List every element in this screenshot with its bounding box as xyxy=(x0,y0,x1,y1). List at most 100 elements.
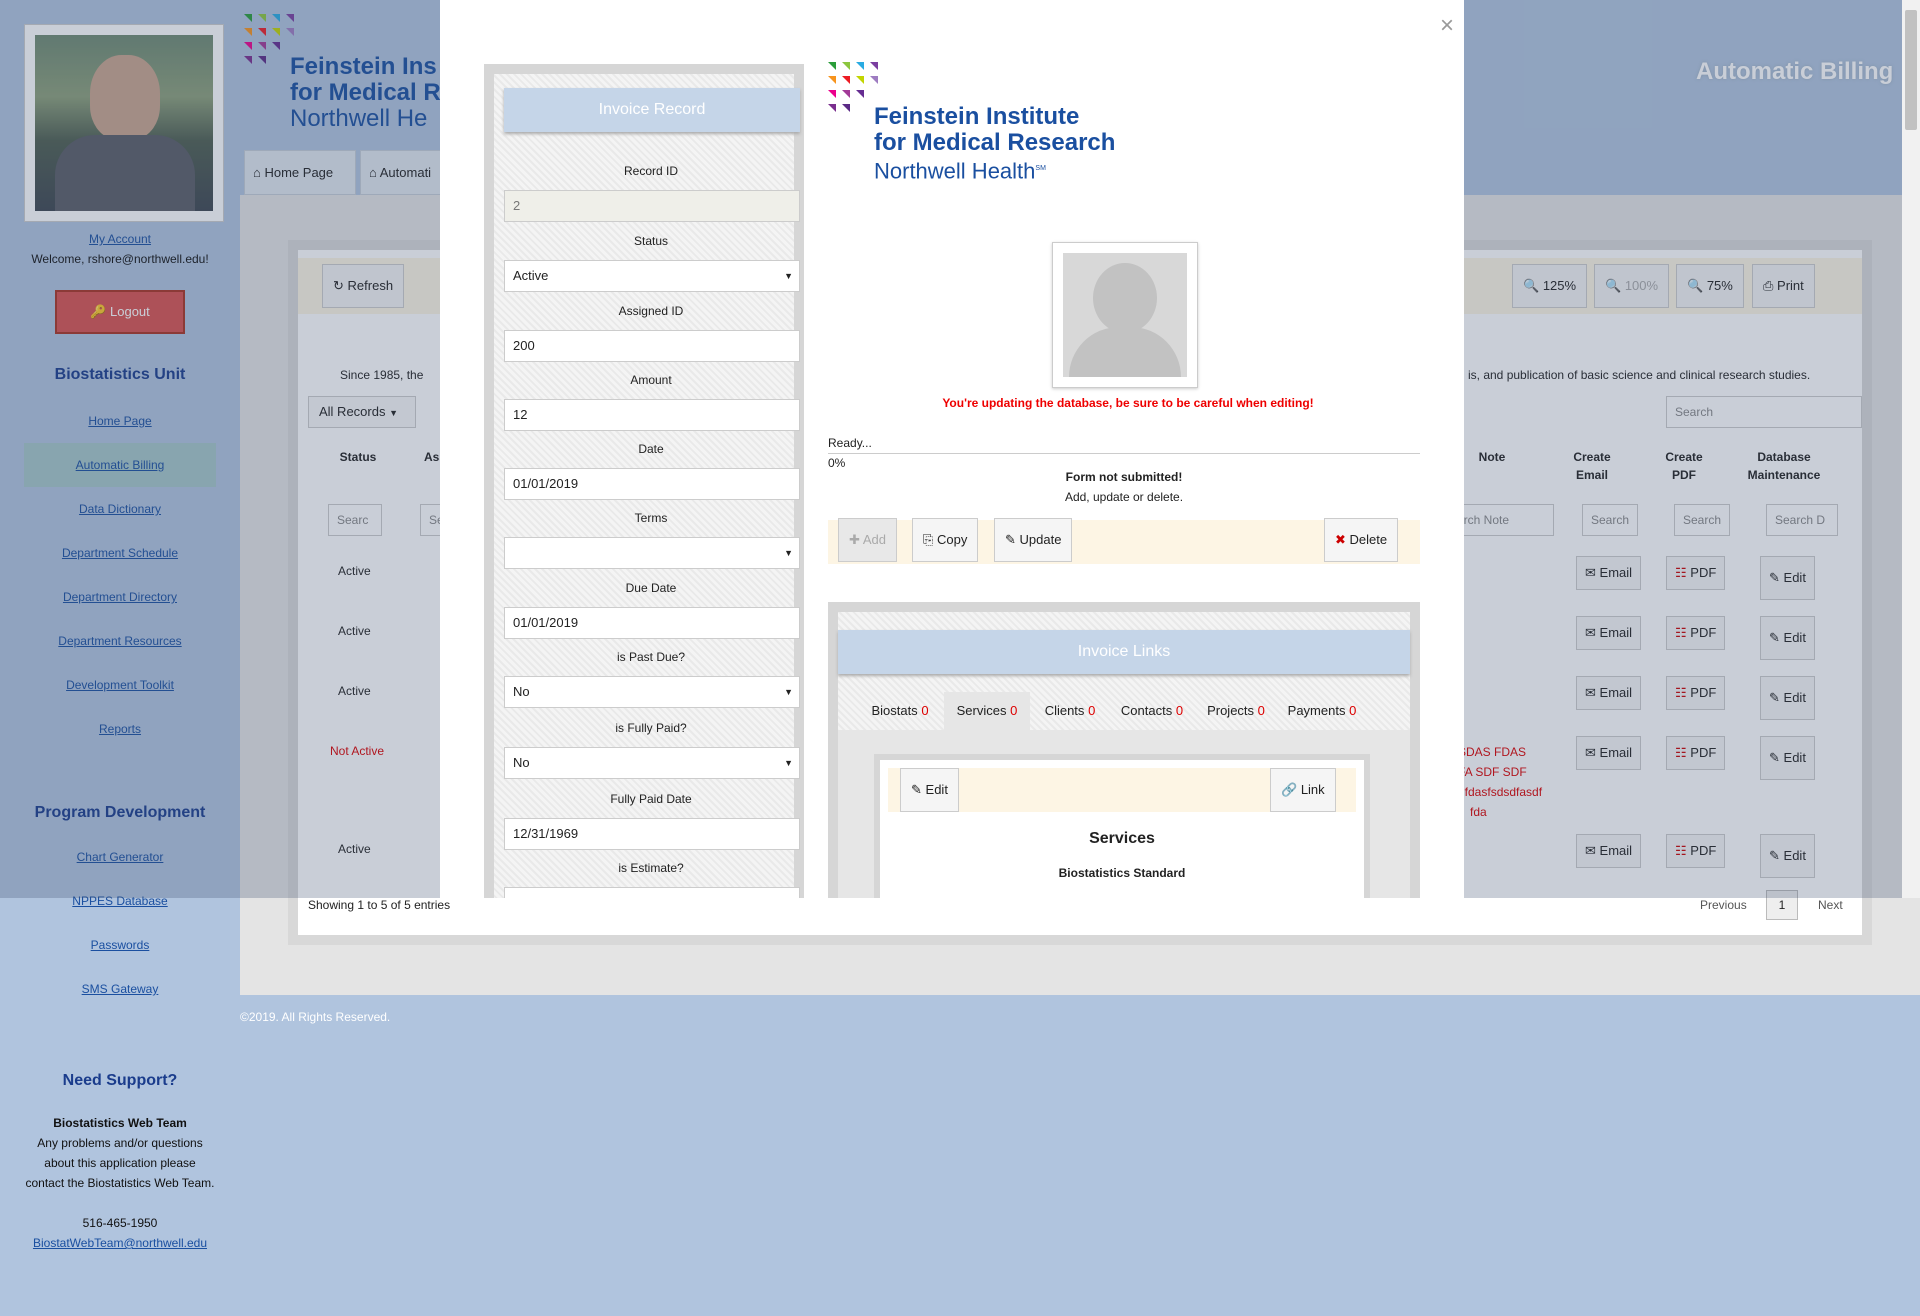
support-text-2: about this application please xyxy=(44,1156,196,1170)
copy-button[interactable]: ⎘ Copy xyxy=(912,518,979,562)
copy-icon: ⎘ xyxy=(923,532,934,547)
tab-projects[interactable]: Projects 0 xyxy=(1196,692,1276,730)
field-label: Status xyxy=(633,234,669,248)
tab-biostats[interactable]: Biostats 0 xyxy=(858,692,942,730)
support-text-1: Any problems and/or questions xyxy=(37,1136,203,1150)
delete-button[interactable]: ✖ Delete xyxy=(1324,518,1399,562)
services-link-button[interactable]: 🔗 Link xyxy=(1270,768,1336,812)
tab-label: Biostats xyxy=(871,703,918,718)
field-label: Due Date xyxy=(625,581,677,595)
field-label: Amount xyxy=(630,373,672,387)
field-label: is Estimate? xyxy=(618,861,684,875)
modal-logo-line3-text: Northwell Health xyxy=(874,158,1036,184)
support-text-3: contact the Biostatistics Web Team. xyxy=(25,1176,215,1190)
fully-paid-value: No xyxy=(513,755,530,770)
update-button[interactable]: ✎ Update xyxy=(994,518,1073,562)
field-label: is Past Due? xyxy=(616,650,686,664)
support-heading: Need Support? xyxy=(62,1072,178,1089)
progress-status: Ready... xyxy=(828,436,872,450)
services-link-label: Link xyxy=(1300,782,1325,797)
fully-paid-select[interactable]: No ▼ xyxy=(504,747,800,779)
tab-label: Payments xyxy=(1287,703,1346,718)
tab-label: Contacts xyxy=(1120,703,1173,718)
add-icon: ✚ xyxy=(849,532,860,547)
field-label: Date xyxy=(638,442,664,456)
assigned-id-field[interactable]: 200 xyxy=(504,330,800,362)
field-label: Fully Paid Date xyxy=(610,792,692,806)
delete-icon: ✖ xyxy=(1335,532,1346,547)
link-icon: 🔗 xyxy=(1281,782,1298,797)
caret-down-icon: ▼ xyxy=(784,888,793,898)
support-team: Biostatistics Web Team xyxy=(53,1116,187,1130)
close-icon[interactable]: × xyxy=(1440,14,1454,38)
scrollbar-thumb[interactable] xyxy=(1905,10,1917,130)
form-title: Invoice Record xyxy=(504,88,800,132)
tab-count: 0 xyxy=(1257,703,1265,718)
page-scrollbar[interactable] xyxy=(1902,0,1920,898)
delete-label: Delete xyxy=(1349,532,1388,547)
caret-down-icon: ▼ xyxy=(784,687,793,697)
estimate-select[interactable]: No ▼ xyxy=(504,887,800,898)
date-field[interactable]: 01/01/2019 xyxy=(504,468,800,500)
amount-field[interactable]: 12 xyxy=(504,399,800,431)
edit-icon: ✎ xyxy=(911,782,922,797)
trademark: SM xyxy=(1035,165,1046,172)
copy-label: Copy xyxy=(937,532,968,547)
terms-select[interactable]: ▼ xyxy=(504,537,800,569)
status-select[interactable]: Active ▼ xyxy=(504,260,800,292)
tab-count: 0 xyxy=(1010,703,1018,718)
progress-bar xyxy=(828,453,1420,454)
tab-clients[interactable]: Clients 0 xyxy=(1032,692,1108,730)
invoice-modal: × Invoice Record Record ID 2 Status Acti… xyxy=(440,0,1464,898)
past-due-select[interactable]: No ▼ xyxy=(504,676,800,708)
links-title: Invoice Links xyxy=(838,630,1410,674)
user-placeholder-icon xyxy=(1063,253,1187,377)
footer-copyright: ©2019. All Rights Reserved. xyxy=(240,1010,391,1024)
invoice-links-panel: Invoice Links Biostats 0 Services 0 Clie… xyxy=(828,602,1420,898)
form-status: Form not submitted! xyxy=(1065,470,1183,484)
add-label: Add xyxy=(862,532,886,547)
warning-text: You're updating the database, be sure to… xyxy=(942,396,1314,410)
previous-page-button[interactable]: Previous xyxy=(1700,898,1747,912)
caret-down-icon: ▼ xyxy=(784,271,793,281)
update-label: Update xyxy=(1019,532,1062,547)
services-title: Services xyxy=(1089,830,1155,847)
caret-down-icon: ▼ xyxy=(784,758,793,768)
update-icon: ✎ xyxy=(1005,532,1016,547)
sidebar-item-passwords[interactable]: Passwords xyxy=(0,938,240,952)
invoice-record-form: Invoice Record Record ID 2 Status Active… xyxy=(484,64,804,898)
status-value: Active xyxy=(513,268,549,283)
tab-services[interactable]: Services 0 xyxy=(944,692,1030,730)
caret-down-icon: ▼ xyxy=(784,548,793,558)
past-due-value: No xyxy=(513,684,530,699)
add-button[interactable]: ✚ Add xyxy=(838,518,897,562)
tab-payments[interactable]: Payments 0 xyxy=(1278,692,1366,730)
modal-logo-line2: for Medical Research xyxy=(874,129,1116,156)
tab-count: 0 xyxy=(1175,703,1184,718)
tab-count: 0 xyxy=(1088,703,1096,718)
tab-label: Clients xyxy=(1044,703,1085,718)
sidebar-item-sms-gateway[interactable]: SMS Gateway xyxy=(0,982,240,996)
modal-logo-line1: Feinstein Institute xyxy=(874,103,1080,130)
next-page-button[interactable]: Next xyxy=(1818,898,1843,912)
modal-logo-line3: Northwell HealthSM xyxy=(874,156,1046,184)
record-id-field[interactable]: 2 xyxy=(504,190,800,222)
profile-image xyxy=(1052,242,1198,388)
support-phone: 516-465-1950 xyxy=(82,1216,158,1230)
tab-contacts[interactable]: Contacts 0 xyxy=(1110,692,1194,730)
services-tab-content: ✎ Edit 🔗 Link Services Biostatistics Sta… xyxy=(838,730,1410,898)
services-edit-button[interactable]: ✎ Edit xyxy=(900,768,959,812)
tab-count: 0 xyxy=(1349,703,1357,718)
tab-label: Services xyxy=(956,703,1007,718)
support-email-link[interactable]: BiostatWebTeam@northwell.edu xyxy=(0,1236,240,1250)
field-label: Terms xyxy=(634,511,668,525)
field-label: Record ID xyxy=(623,164,679,178)
field-label: Assigned ID xyxy=(618,304,684,318)
fully-paid-date-field[interactable]: 12/31/1969 xyxy=(504,818,800,850)
services-card: ✎ Edit 🔗 Link Services Biostatistics Sta… xyxy=(874,754,1370,898)
field-label: is Fully Paid? xyxy=(615,721,687,735)
due-date-field[interactable]: 01/01/2019 xyxy=(504,607,800,639)
estimate-value: No xyxy=(513,895,530,898)
entries-info: Showing 1 to 5 of 5 entries xyxy=(308,898,451,912)
services-edit-label: Edit xyxy=(925,782,948,797)
